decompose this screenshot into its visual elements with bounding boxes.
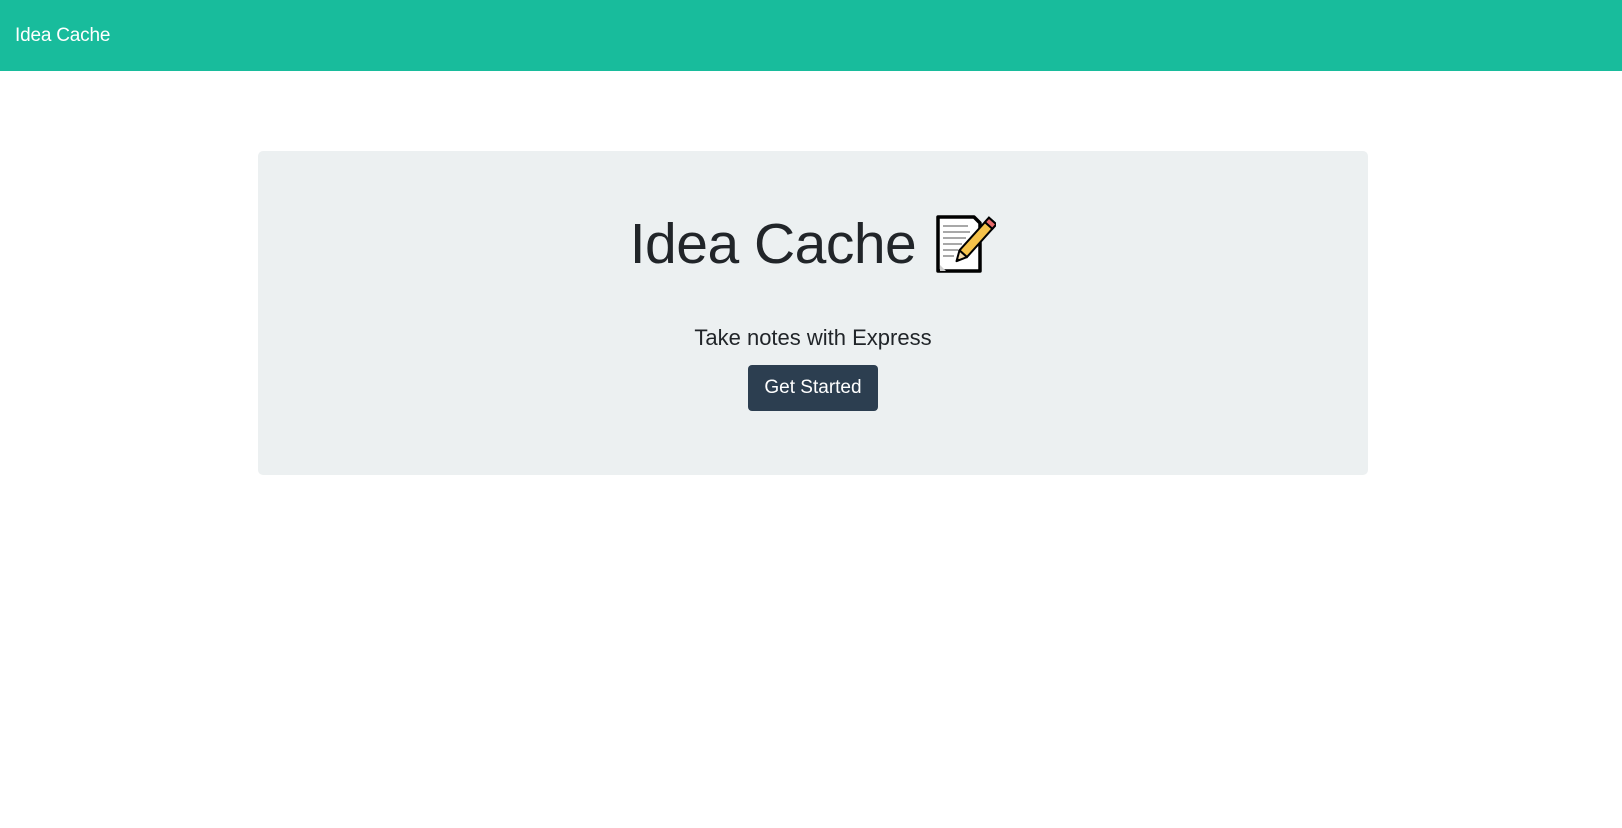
hero-title-row: Idea Cache xyxy=(258,211,1368,277)
page-title: Idea Cache xyxy=(629,211,917,276)
navbar-brand[interactable]: Idea Cache xyxy=(15,25,110,47)
memo-icon xyxy=(930,211,999,277)
hero-jumbotron: Idea Cache Take notes with Express Get S… xyxy=(258,151,1368,475)
top-navbar: Idea Cache xyxy=(0,0,1622,71)
get-started-button[interactable]: Get Started xyxy=(748,365,878,411)
hero-subtitle: Take notes with Express xyxy=(694,325,932,350)
